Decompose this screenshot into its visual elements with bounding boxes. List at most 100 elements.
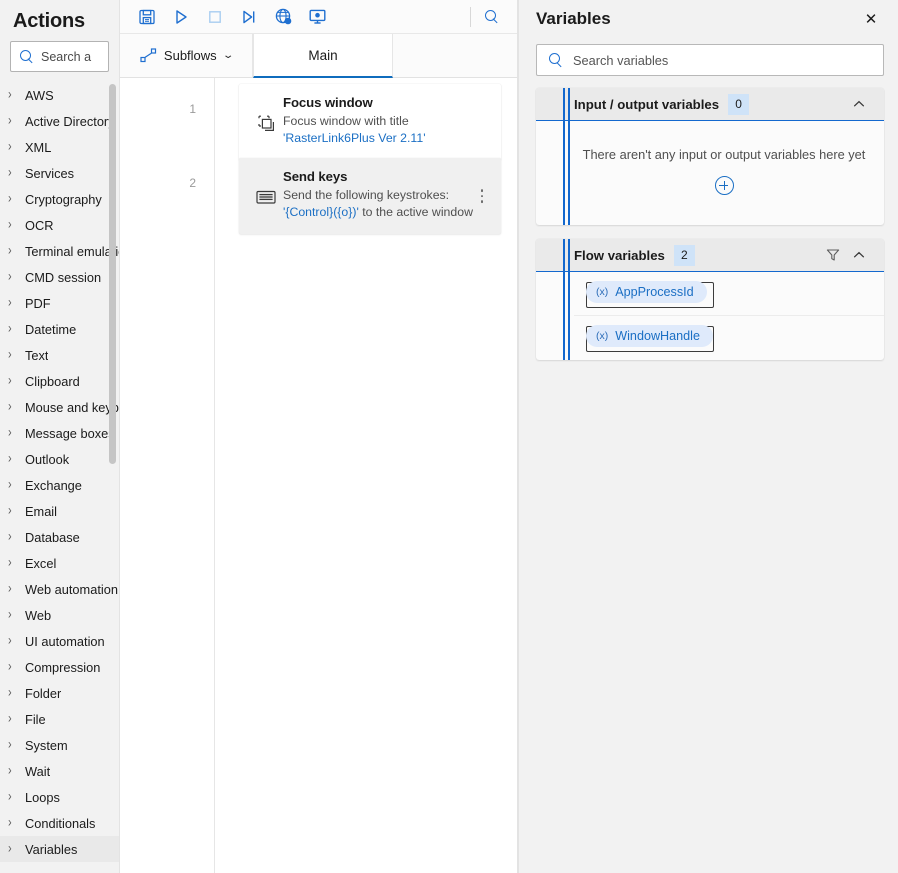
action-card[interactable]: Send keys Send the following keystrokes: … [239, 158, 501, 234]
variables-section-header[interactable]: Flow variables 2 [536, 239, 884, 272]
sidebar-item-system[interactable]: › System [0, 732, 119, 758]
sidebar-item-email[interactable]: › Email [0, 498, 119, 524]
add-variable-icon[interactable] [714, 176, 734, 195]
sidebar-item-database[interactable]: › Database [0, 524, 119, 550]
sidebar-item-label: File [25, 711, 46, 727]
chevron-right-icon: › [8, 216, 12, 232]
variables-search-input[interactable]: Search variables [536, 44, 884, 76]
action-card[interactable]: Focus window Focus window with title 'Ras… [239, 84, 501, 160]
chevron-right-icon: › [8, 268, 12, 284]
actions-search-placeholder: Search a [41, 49, 92, 64]
sidebar-item-services[interactable]: › Services [0, 160, 119, 186]
sidebar-item-label: PDF [25, 295, 51, 311]
flow-canvas[interactable]: 1 Focus window Focus window with title 'Ra… [120, 78, 517, 873]
sidebar-item-datetime[interactable]: › Datetime [0, 316, 119, 342]
variable-pill[interactable]: (x) AppProcessId [586, 280, 707, 303]
sidebar-item-label: Terminal emulation [25, 243, 119, 259]
sidebar-item-pdf[interactable]: › PDF [0, 290, 119, 316]
sidebar-item-outlook[interactable]: › Outlook [0, 446, 119, 472]
run-button[interactable] [164, 2, 198, 32]
variables-section-header[interactable]: Input / output variables 0 [536, 88, 884, 121]
variables-search-container: Search variables [519, 38, 898, 88]
chevron-right-icon: › [8, 658, 12, 674]
chevron-right-icon: › [8, 450, 12, 466]
desktop-recorder-button[interactable] [300, 2, 334, 32]
sidebar-item-active-directory[interactable]: › Active Directory [0, 108, 119, 134]
sidebar-item-excel[interactable]: › Excel [0, 550, 119, 576]
chevron-right-icon: › [8, 346, 12, 362]
sidebar-item-loops[interactable]: › Loops [0, 784, 119, 810]
flow-search-button[interactable] [475, 2, 509, 32]
action-more-options-icon[interactable] [475, 189, 489, 203]
variable-pill[interactable]: (x) WindowHandle [586, 325, 713, 347]
stop-button[interactable] [198, 2, 232, 32]
filter-icon[interactable] [820, 242, 846, 268]
tabs-empty-area [393, 34, 517, 77]
chevron-right-icon: › [8, 398, 12, 414]
sidebar-item-text[interactable]: › Text [0, 342, 119, 368]
run-next-action-button[interactable] [232, 2, 266, 32]
action-card-body: Focus window Focus window with title 'Ras… [283, 95, 491, 148]
chevron-right-icon: › [8, 814, 12, 830]
section-accent-rule [568, 239, 570, 360]
sidebar-item-conditionals[interactable]: › Conditionals [0, 810, 119, 836]
tab-main[interactable]: Main [253, 34, 393, 78]
sidebar-item-compression[interactable]: › Compression [0, 654, 119, 680]
sidebar-item-label: Web [25, 607, 52, 623]
sidebar-item-clipboard[interactable]: › Clipboard [0, 368, 119, 394]
web-recorder-button[interactable] [266, 2, 300, 32]
subflows-dropdown[interactable]: Subflows ⌄ [120, 34, 253, 77]
sidebar-item-label: Services [25, 165, 75, 181]
variables-section-body: (x) AppProcessId (x) WindowHandle [536, 272, 884, 360]
close-icon[interactable]: ✕ [858, 6, 884, 32]
add-variable-container [574, 162, 884, 225]
sidebar-item-aws[interactable]: › AWS [0, 82, 119, 108]
sidebar-item-ui-automation[interactable]: › UI automation [0, 628, 119, 654]
sidebar-item-label: Active Directory [25, 113, 115, 129]
actions-scrollbar[interactable] [107, 82, 118, 873]
actions-scrollbar-thumb[interactable] [109, 84, 116, 464]
sidebar-item-ocr[interactable]: › OCR [0, 212, 119, 238]
sidebar-item-cryptography[interactable]: › Cryptography [0, 186, 119, 212]
chevron-up-icon[interactable] [846, 91, 872, 117]
flow-action-row[interactable]: 1 Focus window Focus window with title 'Ra… [120, 84, 517, 160]
actions-sidebar: Actions Search a › AWS › Active Directory › X… [0, 0, 120, 873]
sidebar-item-cmd-session[interactable]: › CMD session [0, 264, 119, 290]
sidebar-item-web[interactable]: › Web [0, 602, 119, 628]
sidebar-item-file[interactable]: › File [0, 706, 119, 732]
variable-row[interactable]: (x) AppProcessId [574, 272, 884, 316]
sidebar-item-web-automation[interactable]: › Web automation [0, 576, 119, 602]
run-next-action-icon [243, 10, 255, 23]
flow-action-row[interactable]: 2 Send keys Send the following keystrokes:… [120, 158, 517, 234]
desktop-recorder-icon [309, 9, 326, 24]
action-desc-prefix: Send the following keystrokes: [283, 188, 450, 202]
sidebar-item-terminal-emulation[interactable]: › Terminal emulation [0, 238, 119, 264]
sidebar-item-mouse-and-keyboard[interactable]: › Mouse and keyboard [0, 394, 119, 420]
sidebar-item-exchange[interactable]: › Exchange [0, 472, 119, 498]
sidebar-item-wait[interactable]: › Wait [0, 758, 119, 784]
sidebar-item-folder[interactable]: › Folder [0, 680, 119, 706]
sidebar-item-message-boxes[interactable]: › Message boxes [0, 420, 119, 446]
actions-search-input[interactable]: Search a [10, 41, 109, 72]
variables-panel-header: Variables ✕ [519, 0, 898, 38]
variables-panel: Variables ✕ Search variables Input / out… [518, 0, 898, 873]
actions-search-container: Search a [0, 39, 119, 82]
section-accent-rule [563, 239, 565, 360]
sidebar-item-xml[interactable]: › XML [0, 134, 119, 160]
sidebar-item-label: Mouse and keyboard [25, 399, 119, 415]
save-button[interactable] [130, 2, 164, 32]
sidebar-item-label: Folder [25, 685, 62, 701]
run-icon [176, 9, 187, 24]
subflows-label: Subflows [163, 48, 217, 63]
chevron-up-icon[interactable] [846, 242, 872, 268]
chevron-right-icon: › [8, 138, 12, 154]
chevron-right-icon: › [8, 580, 12, 596]
action-desc-value: 'RasterLink6Plus Ver 2.11' [283, 131, 426, 146]
variable-row[interactable]: (x) WindowHandle [574, 316, 884, 360]
keyboard-icon [249, 169, 283, 222]
sidebar-item-variables[interactable]: › Variables [0, 836, 119, 862]
flow-tabs: Subflows ⌄ Main [120, 34, 517, 78]
chevron-right-icon: › [8, 294, 12, 310]
actions-tree[interactable]: › AWS › Active Directory › XML › Services › Crypt… [0, 82, 119, 873]
chevron-right-icon: › [8, 606, 12, 622]
